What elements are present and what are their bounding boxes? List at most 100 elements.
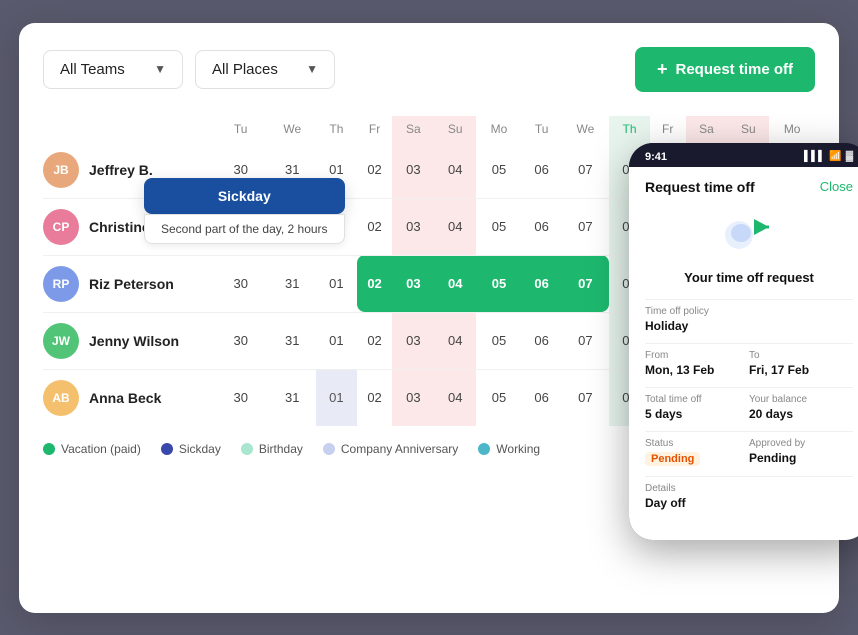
legend-dot-vacation <box>43 443 55 455</box>
day-header-mo1: Mo <box>476 116 522 142</box>
divider <box>645 299 853 300</box>
day-cell: 03 <box>392 369 434 426</box>
day-header-we2: We <box>562 116 610 142</box>
request-btn-label: Request time off <box>675 61 793 78</box>
phone-time: 9:41 <box>645 151 667 163</box>
signal-icon: ▌▌▌ <box>804 151 825 162</box>
all-teams-dropdown[interactable]: All Teams ▼ <box>43 50 183 89</box>
sickday-tooltip: Sickday Second part of the day, 2 hours <box>144 178 345 244</box>
day-header-sa1: Sa <box>392 116 434 142</box>
day-cell: 06 <box>522 312 562 369</box>
phone-field-policy: Time off policy Holiday <box>645 306 853 333</box>
employee-col-header <box>43 116 213 142</box>
day-header-fr2: Fr <box>650 116 686 142</box>
day-cell: 01 <box>316 255 357 312</box>
phone-field-details: Details Day off <box>645 483 853 510</box>
divider <box>645 431 853 432</box>
phone-row: Total time off 5 days Your balance 20 da… <box>645 394 853 421</box>
day-cell: 03 <box>392 312 434 369</box>
top-bar: All Teams ▼ All Places ▼ + Request time … <box>43 47 815 92</box>
phone-label: Details <box>645 483 853 494</box>
divider <box>645 343 853 344</box>
phone-value: Pending <box>749 451 853 465</box>
day-cell: 01 <box>316 312 357 369</box>
status-badge: Pending <box>645 452 700 466</box>
chevron-down-icon: ▼ <box>154 62 166 76</box>
day-header-tu1: Tu <box>213 116 268 142</box>
phone-value: 20 days <box>749 407 853 421</box>
phone-subtitle: Your time off request <box>645 270 853 285</box>
legend-item: Vacation (paid) <box>43 442 141 456</box>
day-cell: 06 <box>522 369 562 426</box>
day-header-th1: Th <box>316 116 357 142</box>
day-header-mo2: Mo <box>769 116 815 142</box>
day-cell: 05 <box>476 255 522 312</box>
phone-close-button[interactable]: Close <box>820 179 853 194</box>
phone-icon-area <box>645 207 853 262</box>
request-time-off-button[interactable]: + Request time off <box>635 47 815 92</box>
all-places-dropdown[interactable]: All Places ▼ <box>195 50 335 89</box>
request-icon <box>719 207 779 257</box>
day-cell: 07 <box>562 312 610 369</box>
day-cell: 04 <box>434 312 476 369</box>
employee-cell: AB Anna Beck <box>43 370 213 426</box>
day-cell: 05 <box>476 198 522 255</box>
employee-name: Jenny Wilson <box>89 333 179 349</box>
phone-field-total: Total time off 5 days <box>645 394 749 421</box>
phone-value: Day off <box>645 496 853 510</box>
day-cell: 05 <box>476 142 522 199</box>
day-cell: 07 <box>562 369 610 426</box>
legend-dot-sickday <box>161 443 173 455</box>
day-cell: 30 <box>213 312 268 369</box>
avatar: AB <box>43 380 79 416</box>
legend-item: Working <box>478 442 540 456</box>
day-cell: 07 <box>562 142 610 199</box>
day-cell: 02 <box>357 198 393 255</box>
day-cell: 02 <box>357 312 393 369</box>
main-container: All Teams ▼ All Places ▼ + Request time … <box>19 23 839 613</box>
day-cell: 05 <box>476 369 522 426</box>
day-cell: 07 <box>562 198 610 255</box>
day-cell: 31 <box>268 369 316 426</box>
legend-dot-anniversary <box>323 443 335 455</box>
legend-item: Sickday <box>161 442 221 456</box>
phone-header: Request time off Close <box>645 179 853 195</box>
phone-row: Time off policy Holiday <box>645 306 853 333</box>
legend-label: Working <box>496 442 540 456</box>
phone-row: Details Day off <box>645 483 853 510</box>
phone-label: Approved by <box>749 438 853 449</box>
day-cell: 04 <box>434 198 476 255</box>
day-cell: 04 <box>434 142 476 199</box>
day-cell: 30 <box>213 255 268 312</box>
phone-field-to: To Fri, 17 Feb <box>749 350 853 377</box>
phone-status-bar: 9:41 ▌▌▌ 📶 ▓ <box>629 143 858 167</box>
day-cell: 04 <box>434 255 476 312</box>
divider <box>645 387 853 388</box>
phone-label: Time off policy <box>645 306 853 317</box>
day-header-tu2: Tu <box>522 116 562 142</box>
phone-row: Status Pending Approved by Pending <box>645 438 853 466</box>
employee-cell: RP Riz Peterson <box>43 256 213 312</box>
phone-field-balance: Your balance 20 days <box>749 394 853 421</box>
day-cell: 02 <box>357 142 393 199</box>
day-cell: 01 <box>316 369 357 426</box>
day-cell: 06 <box>522 198 562 255</box>
day-cell: 02 <box>357 369 393 426</box>
day-cell: 06 <box>522 255 562 312</box>
chevron-down-icon: ▼ <box>306 62 318 76</box>
phone-value: 5 days <box>645 407 749 421</box>
phone-label: To <box>749 350 853 361</box>
day-header-we1: We <box>268 116 316 142</box>
day-header-th2: Th <box>609 116 650 142</box>
employee-name: Riz Peterson <box>89 276 174 292</box>
phone-content: Request time off Close Your time off req… <box>629 167 858 540</box>
phone-value: Pending <box>645 451 749 466</box>
phone-label: From <box>645 350 749 361</box>
day-header-su2: Su <box>727 116 769 142</box>
phone-label: Status <box>645 438 749 449</box>
day-cell: 04 <box>434 369 476 426</box>
day-cell: 05 <box>476 312 522 369</box>
phone-title: Request time off <box>645 179 755 195</box>
day-cell: 31 <box>268 255 316 312</box>
avatar: RP <box>43 266 79 302</box>
